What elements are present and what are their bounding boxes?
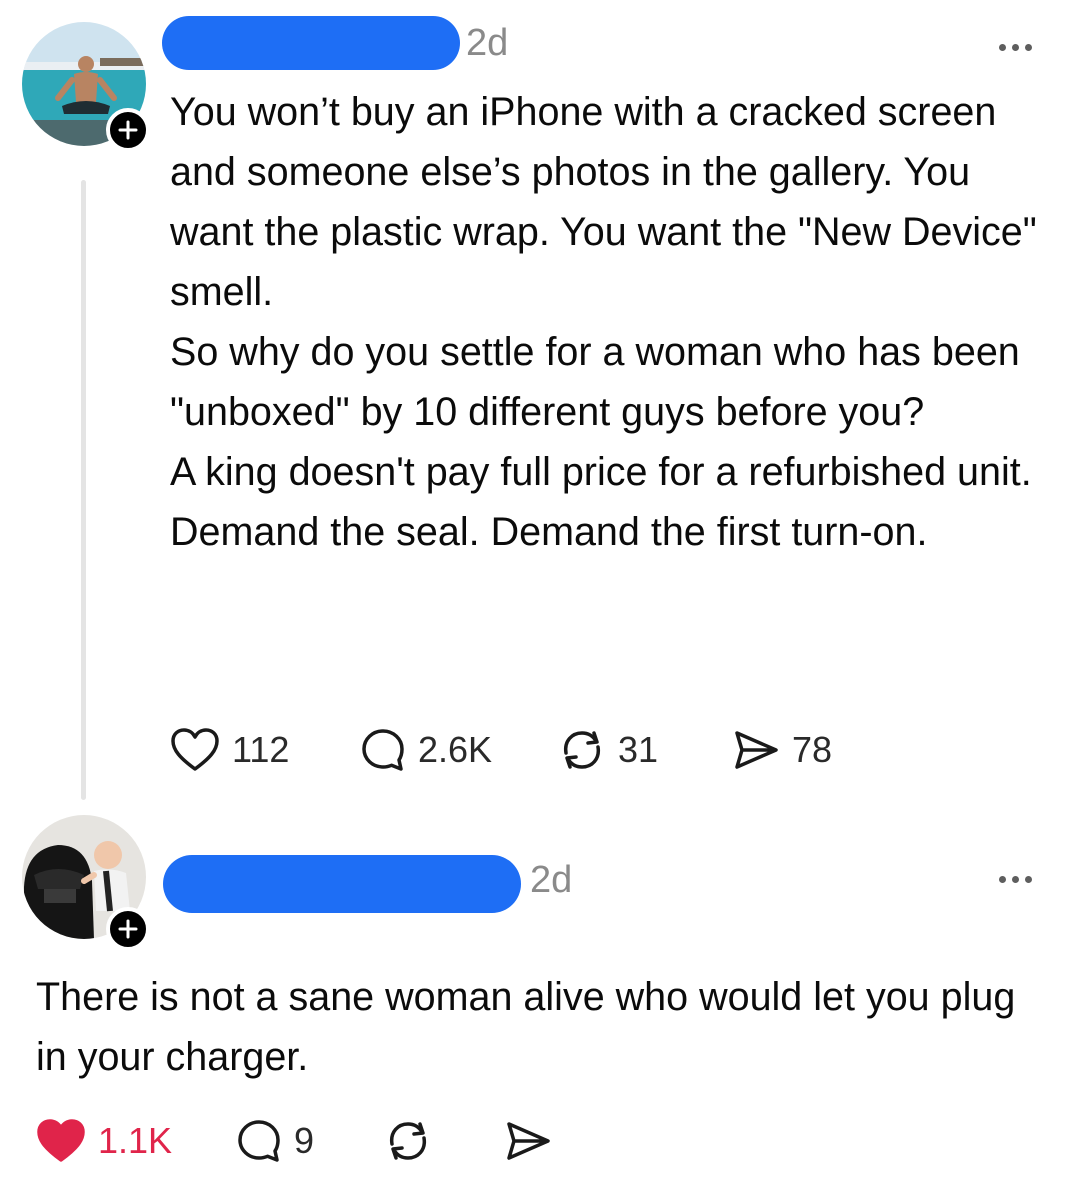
plus-icon [118, 120, 138, 140]
thread-line [81, 180, 86, 800]
repost-button[interactable]: 31 [558, 727, 732, 773]
more-options-button[interactable] [999, 876, 1032, 883]
like-count: 1.1K [98, 1120, 173, 1161]
repost-icon [389, 1122, 427, 1160]
repost-count: 31 [618, 729, 659, 770]
share-button[interactable]: 78 [732, 727, 832, 773]
share-count: 78 [792, 729, 833, 770]
reply-button[interactable]: 2.6K [360, 727, 558, 773]
post-paragraph: Demand the seal. Demand the first turn-o… [170, 510, 928, 554]
repost-button[interactable] [384, 1118, 504, 1164]
more-dots-icon [999, 44, 1006, 51]
post-timestamp: 2d [466, 22, 509, 64]
username-redacted[interactable] [163, 855, 521, 913]
post-timestamp: 2d [530, 859, 573, 901]
post-paragraph: You won’t buy an iPhone with a cracked s… [170, 90, 1037, 314]
send-icon [507, 1122, 550, 1160]
post-original: 2d You won’t buy an iPhone with a cracke… [0, 0, 1080, 815]
reply-count: 2.6K [418, 729, 493, 770]
username-redacted[interactable] [162, 16, 460, 70]
post-body: You won’t buy an iPhone with a cracked s… [170, 82, 1050, 562]
more-options-button[interactable] [999, 44, 1032, 51]
like-button[interactable]: 1.1K [36, 1118, 236, 1164]
heart-filled-icon [37, 1119, 85, 1162]
post-paragraph: A king doesn't pay full price for a refu… [170, 450, 1032, 494]
reply-count: 9 [294, 1120, 315, 1161]
send-icon [735, 731, 778, 769]
plus-icon [118, 919, 138, 939]
like-button[interactable]: 112 [170, 727, 360, 773]
reply-icon [362, 729, 404, 771]
share-button[interactable] [504, 1118, 552, 1164]
repost-icon [563, 731, 601, 769]
post-reply: 2d There is not a sane woman alive who w… [0, 815, 1080, 1199]
reply-button[interactable]: 9 [236, 1118, 384, 1164]
post-paragraph: There is not a sane woman alive who woul… [36, 975, 1016, 1079]
action-bar: 1.1K 9 [36, 1113, 552, 1169]
post-body: There is not a sane woman alive who woul… [36, 967, 1046, 1087]
reply-icon [238, 1120, 280, 1162]
action-bar: 112 2.6K 31 78 [170, 722, 832, 778]
heart-icon [171, 728, 219, 771]
like-count: 112 [232, 729, 290, 770]
more-dots-icon [999, 876, 1006, 883]
follow-button[interactable] [106, 907, 150, 951]
follow-button[interactable] [106, 108, 150, 152]
post-paragraph: So why do you settle for a woman who has… [170, 330, 1020, 434]
